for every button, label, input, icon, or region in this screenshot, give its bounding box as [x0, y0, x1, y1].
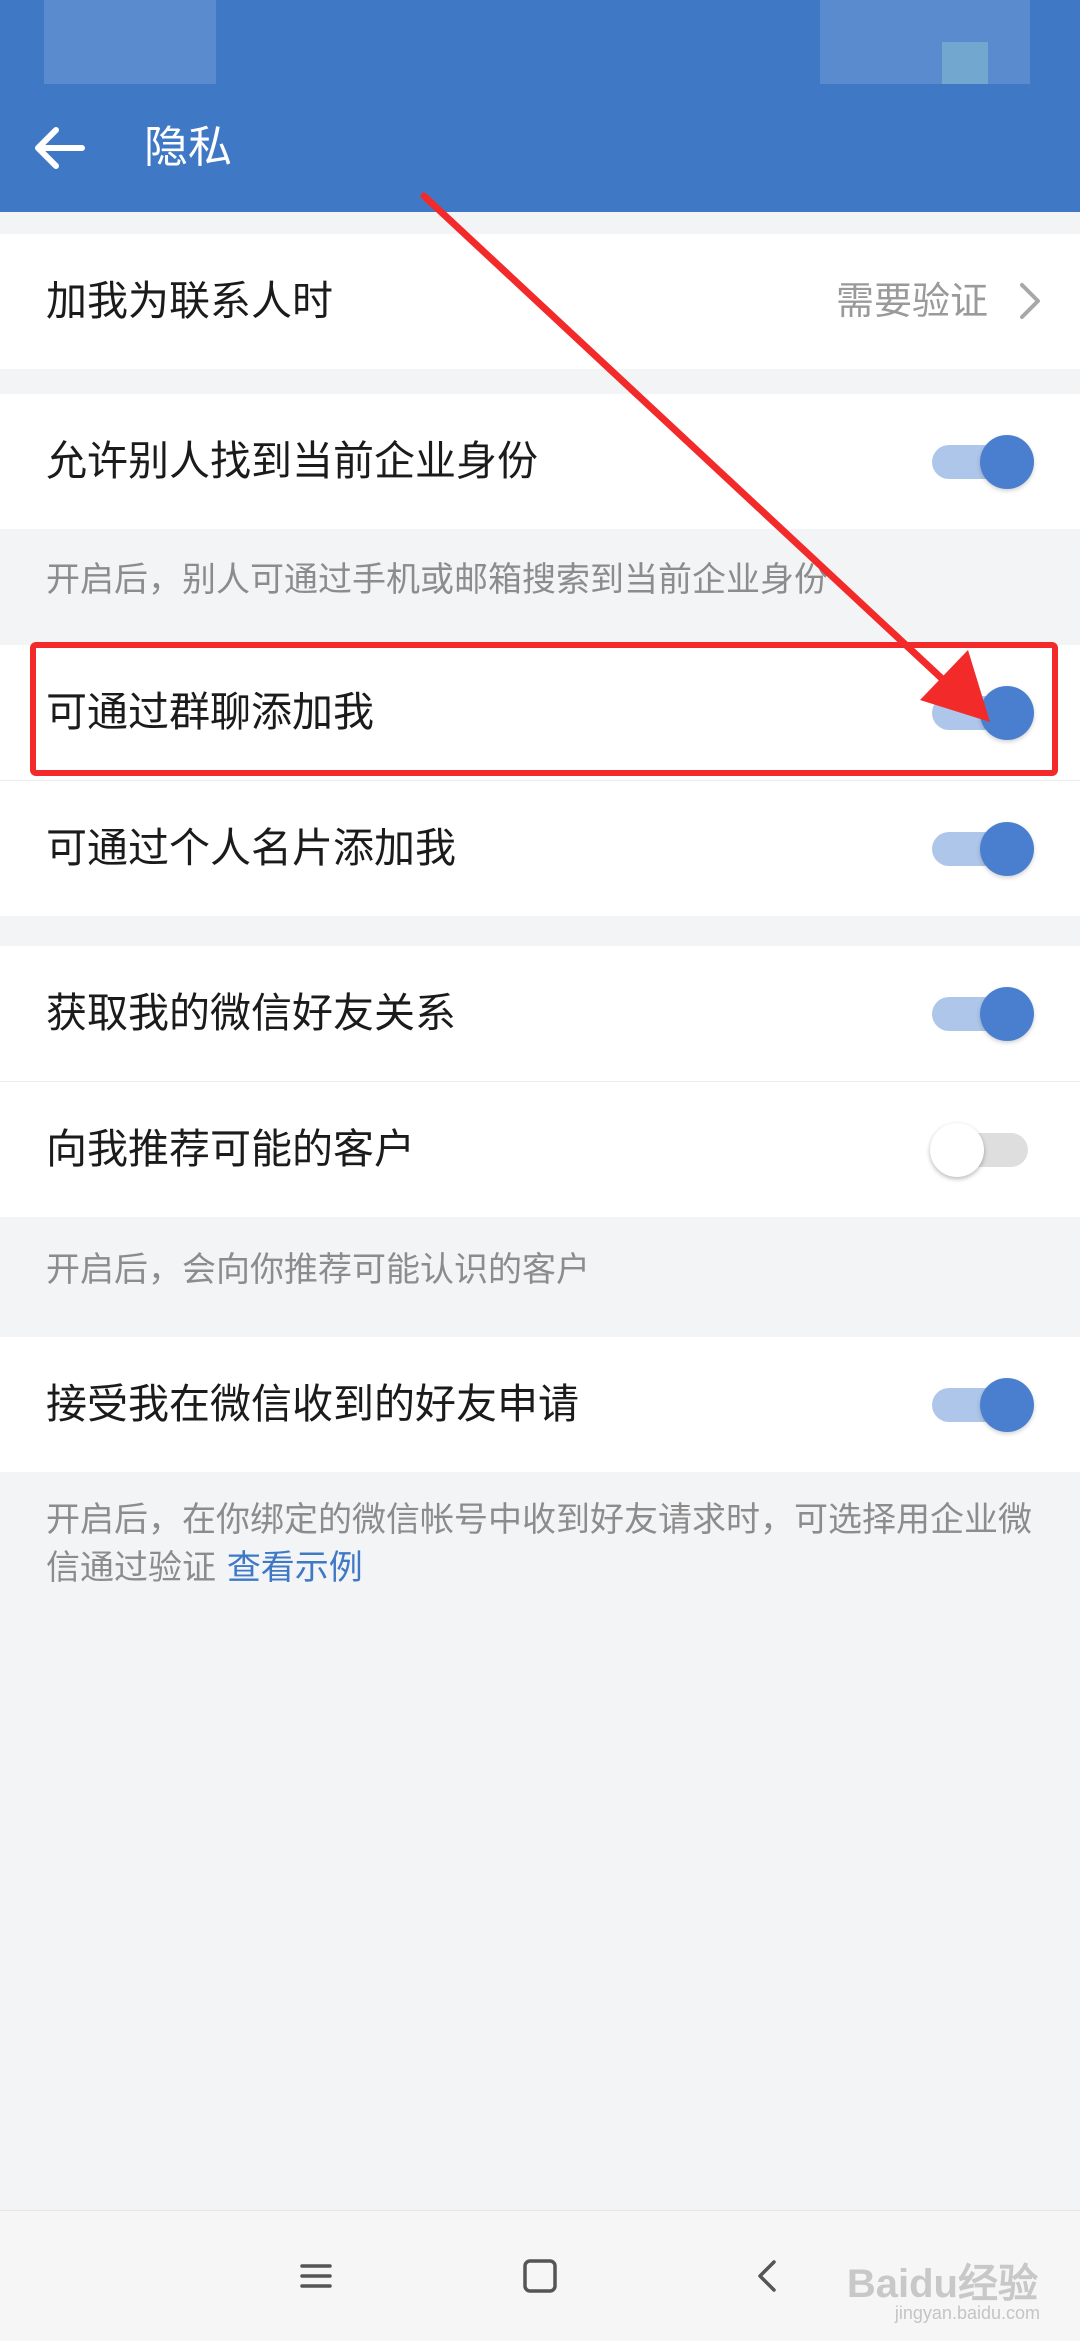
identity-row[interactable]: 允许别人找到当前企业身份: [0, 394, 1080, 529]
business-card-label: 可通过个人名片添加我: [46, 824, 456, 872]
identity-label: 允许别人找到当前企业身份: [46, 437, 538, 485]
toggle-knob: [980, 987, 1034, 1041]
chevron-right-icon: [1020, 283, 1040, 319]
view-example-link[interactable]: 查看示例: [227, 1548, 363, 1588]
recommend-toggle[interactable]: [930, 1121, 1034, 1177]
toggle-knob: [980, 435, 1034, 489]
recommend-row[interactable]: 向我推荐可能的客户: [0, 1081, 1080, 1217]
page-title: 隐私: [144, 122, 232, 173]
system-nav-bar: Baidu经验 jingyan.baidu.com: [0, 2210, 1080, 2341]
contact-verification-row[interactable]: 加我为联系人时 需要验证: [0, 234, 1080, 369]
nav-back-button[interactable]: [738, 2246, 798, 2306]
baidu-watermark-url: jingyan.baidu.com: [894, 2303, 1040, 2323]
wechat-requests-section: 接受我在微信收到的好友申请: [0, 1337, 1080, 1472]
wechat-requests-row[interactable]: 接受我在微信收到的好友申请: [0, 1337, 1080, 1472]
back-button[interactable]: [26, 112, 98, 184]
wechat-requests-hint: 开启后，在你绑定的微信帐号中收到好友请求时，可选择用企业微信通过验证 查看示例: [46, 1496, 1046, 1592]
business-card-row[interactable]: 可通过个人名片添加我: [0, 780, 1080, 916]
menu-icon: [300, 2264, 332, 2288]
home-icon: [523, 2259, 557, 2293]
nav-menu-button[interactable]: [286, 2246, 346, 2306]
wechat-requests-label: 接受我在微信收到的好友申请: [46, 1380, 579, 1428]
highlight-box: [30, 642, 1058, 776]
contact-settings-section: 加我为联系人时 需要验证: [0, 234, 1080, 369]
nav-home-button[interactable]: [510, 2246, 570, 2306]
business-card-toggle[interactable]: [930, 820, 1034, 876]
wechat-requests-hint-text: 开启后，在你绑定的微信帐号中收到好友请求时，可选择用企业微信通过验证: [46, 1500, 1032, 1588]
toggle-knob: [930, 1123, 984, 1177]
baidu-watermark: Baidu经验: [846, 2262, 1038, 2306]
wechat-section: 获取我的微信好友关系 向我推荐可能的客户: [0, 946, 1080, 1217]
identity-section: 允许别人找到当前企业身份: [0, 394, 1080, 529]
contact-verification-value: 需要验证: [835, 279, 988, 323]
toggle-knob: [980, 1378, 1034, 1432]
wechat-friends-label: 获取我的微信好友关系: [46, 989, 456, 1037]
status-bar-blurred-left: [44, 0, 216, 84]
contact-verification-label: 加我为联系人时: [46, 277, 333, 325]
recommend-hint: 开启后，会向你推荐可能认识的客户: [46, 1250, 590, 1290]
app-header: 隐私: [0, 0, 1080, 212]
wechat-friends-row[interactable]: 获取我的微信好友关系: [0, 946, 1080, 1081]
arrow-left-icon: [35, 127, 85, 169]
toggle-knob: [980, 822, 1034, 876]
wechat-friends-toggle[interactable]: [930, 985, 1034, 1041]
status-bar-blurred-icon: [942, 42, 988, 84]
wechat-requests-toggle[interactable]: [930, 1376, 1034, 1432]
back-icon: [758, 2260, 776, 2292]
identity-hint: 开启后，别人可通过手机或邮箱搜索到当前企业身份: [46, 560, 828, 600]
identity-toggle[interactable]: [930, 433, 1034, 489]
status-bar-blurred-right: [820, 0, 1030, 84]
recommend-label: 向我推荐可能的客户: [46, 1125, 415, 1173]
